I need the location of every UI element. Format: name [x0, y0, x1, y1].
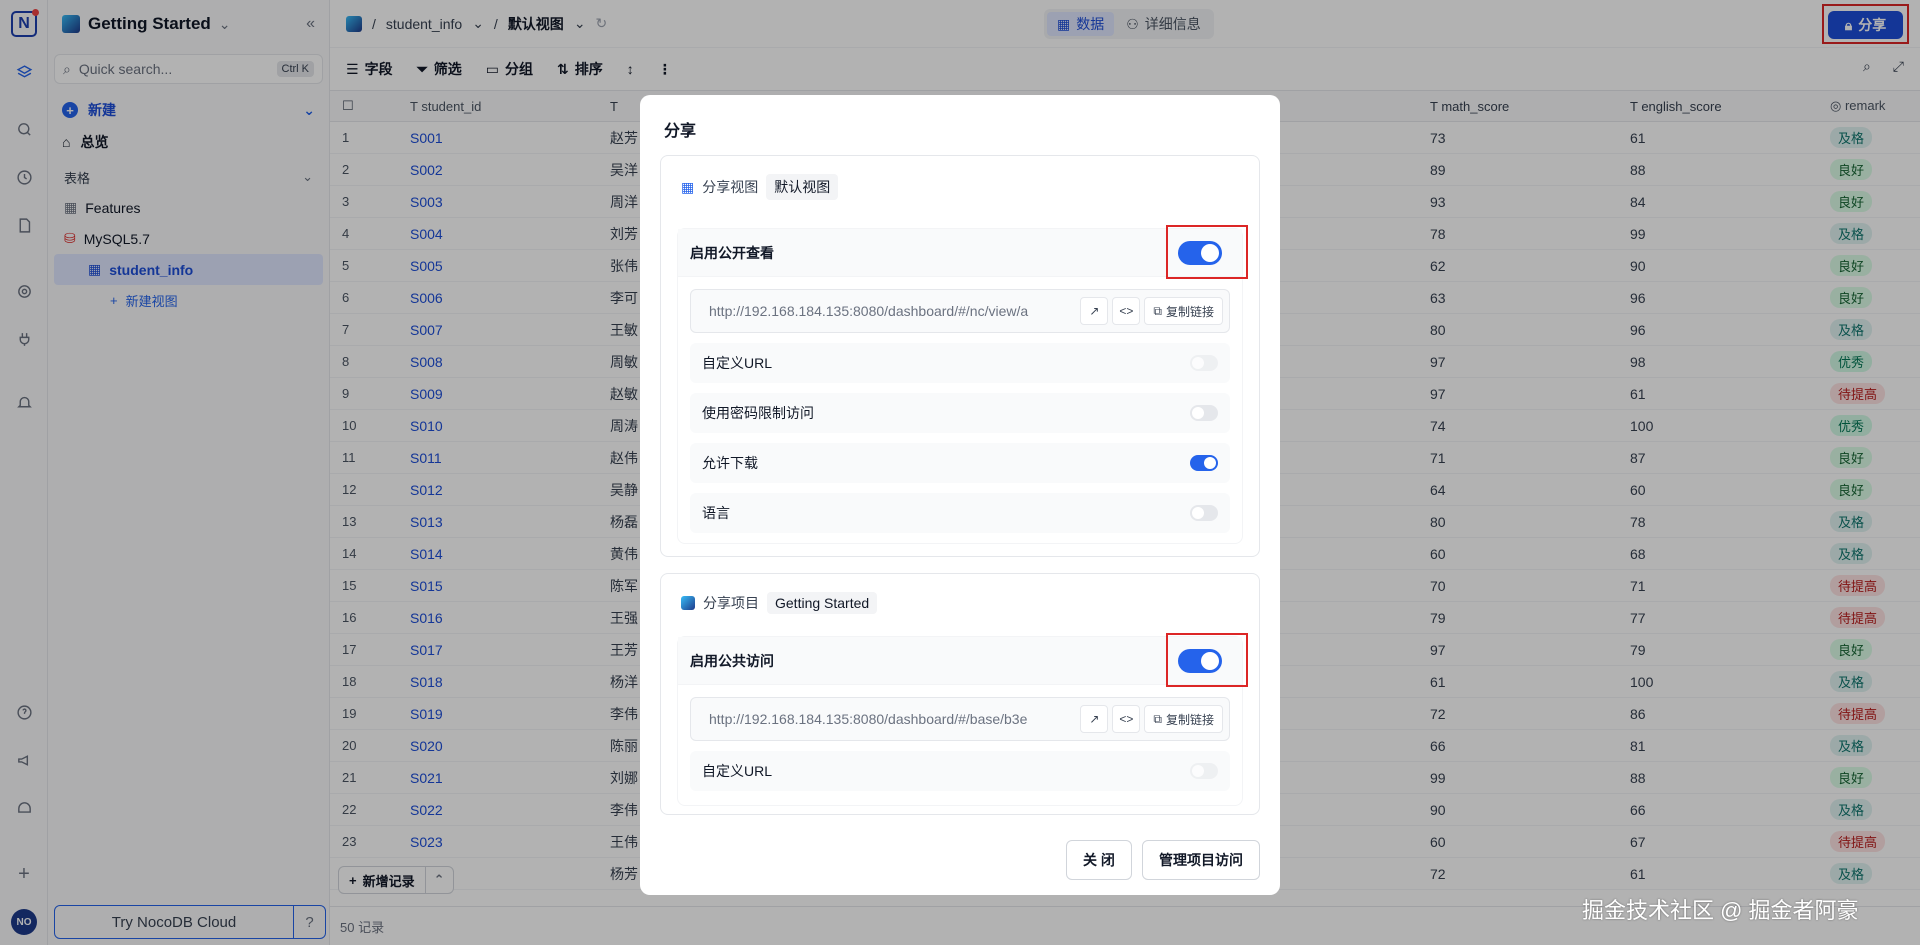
view-url: http://192.168.184.135:8080/dashboard/#/…: [709, 303, 1029, 319]
embed-code-icon[interactable]: <>: [1112, 297, 1141, 325]
share-view-name: 默认视图: [766, 174, 839, 200]
embed-code-icon[interactable]: <>: [1112, 705, 1141, 733]
project-custom-url-row: 自定义URL: [690, 751, 1230, 791]
share-view-card: ▦ 分享视图 默认视图 启用公开查看 http://192.168.184.13…: [660, 155, 1260, 557]
share-view-label: 分享视图: [702, 179, 759, 195]
share-project-card: 分享项目 Getting Started 启用公共访问 http://192.1…: [660, 573, 1260, 815]
custom-url-label: 自定义URL: [702, 763, 773, 779]
share-modal: 分享 ▦ 分享视图 默认视图 启用公开查看 http://192.168.184…: [640, 95, 1280, 895]
public-view-label: 启用公开查看: [690, 244, 774, 261]
password-label: 使用密码限制访问: [702, 405, 814, 421]
password-toggle[interactable]: [1190, 405, 1218, 421]
language-label: 语言: [702, 505, 730, 521]
watermark: 掘金技术社区 @ 掘金者阿豪: [1582, 898, 1859, 923]
toggle-highlight: [1166, 633, 1248, 687]
custom-url-row: 自定义URL: [690, 343, 1230, 383]
language-row: 语言: [690, 493, 1230, 533]
password-row: 使用密码限制访问: [690, 393, 1230, 433]
custom-url-label: 自定义URL: [702, 355, 773, 371]
share-project-name: Getting Started: [767, 592, 878, 614]
public-access-row: 启用公共访问: [678, 637, 1242, 685]
base-url: http://192.168.184.135:8080/dashboard/#/…: [709, 711, 1028, 727]
open-link-icon[interactable]: ↗: [1080, 705, 1109, 733]
download-toggle[interactable]: [1190, 455, 1218, 471]
copy-icon: ⧉: [1153, 303, 1162, 318]
share-project-header: 分享项目 Getting Started: [681, 592, 878, 614]
open-link-icon[interactable]: ↗: [1080, 297, 1109, 325]
copy-link-button[interactable]: ⧉ 复制链接: [1144, 705, 1223, 733]
download-row: 允许下载: [690, 443, 1230, 483]
grid-icon: ▦: [681, 178, 695, 195]
close-button[interactable]: 关 闭: [1066, 840, 1132, 880]
language-toggle[interactable]: [1190, 505, 1218, 521]
copy-icon: ⧉: [1153, 711, 1162, 726]
copy-link-button[interactable]: ⧉ 复制链接: [1144, 297, 1223, 325]
public-access-label: 启用公共访问: [690, 652, 774, 669]
public-view-panel: 启用公开查看 http://192.168.184.135:8080/dashb…: [677, 225, 1248, 544]
custom-url-toggle[interactable]: [1190, 763, 1218, 779]
modal-title: 分享: [664, 123, 697, 140]
copy-link-label: 复制链接: [1165, 304, 1214, 319]
download-label: 允许下载: [702, 455, 758, 471]
share-project-label: 分享项目: [703, 595, 759, 611]
custom-url-toggle[interactable]: [1190, 355, 1218, 371]
manage-access-button[interactable]: 管理项目访问: [1142, 840, 1260, 880]
project-icon: [681, 596, 695, 610]
copy-link-label: 复制链接: [1165, 712, 1214, 727]
toggle-highlight: [1166, 225, 1248, 279]
base-link-box: http://192.168.184.135:8080/dashboard/#/…: [690, 697, 1230, 741]
public-view-row: 启用公开查看: [678, 229, 1242, 277]
share-view-header: ▦ 分享视图 默认视图: [681, 174, 839, 200]
public-access-panel: 启用公共访问 http://192.168.184.135:8080/dashb…: [677, 633, 1248, 806]
view-link-box: http://192.168.184.135:8080/dashboard/#/…: [690, 289, 1230, 333]
